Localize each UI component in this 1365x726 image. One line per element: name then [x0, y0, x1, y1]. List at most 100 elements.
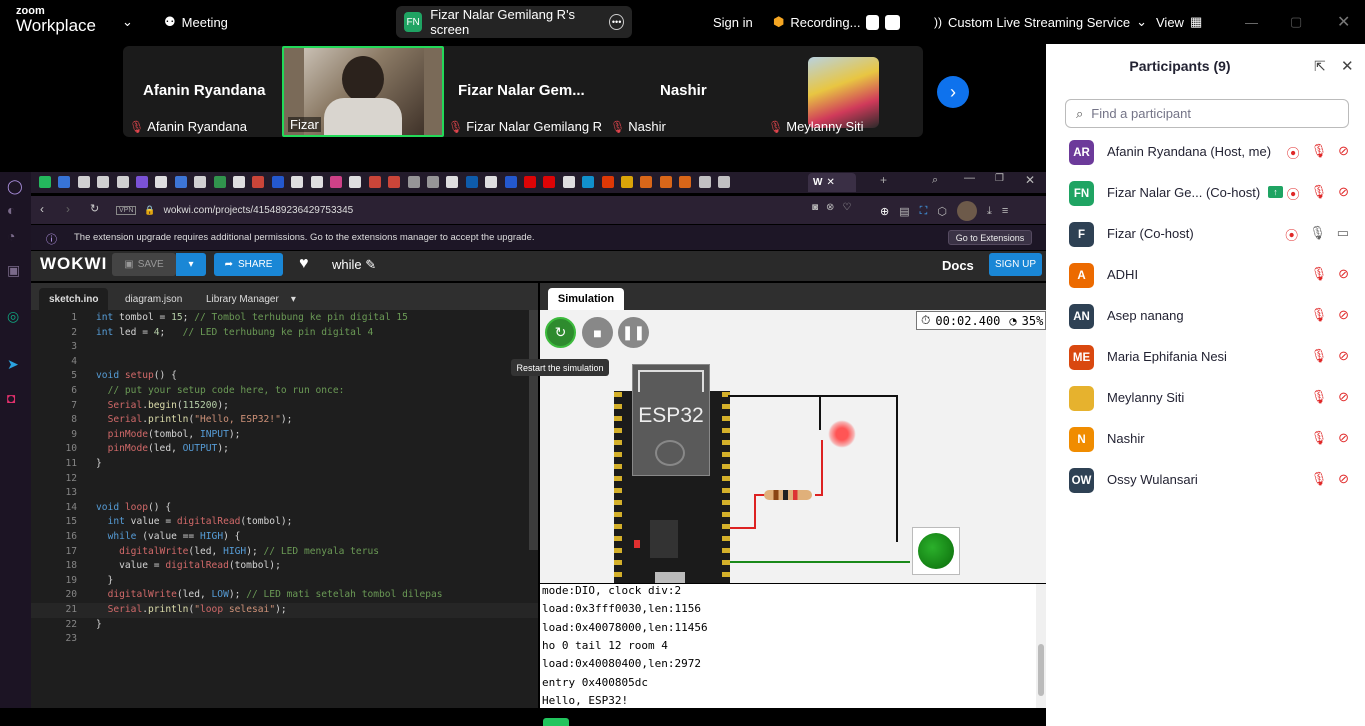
heart-outline-icon[interactable]: ♡: [842, 202, 851, 213]
search-tabs-icon[interactable]: ⌕: [932, 174, 938, 187]
download-icon[interactable]: ⤓: [987, 205, 992, 218]
bookmark-icon[interactable]: [213, 176, 226, 188]
bookmark-icon[interactable]: [77, 176, 90, 188]
video-tile[interactable]: Afanin Ryandana 🎙 Afanin Ryandana: [123, 46, 283, 137]
bookmark-icon[interactable]: [504, 176, 517, 188]
maximize-icon[interactable]: ▢: [1290, 0, 1302, 44]
new-tab-icon[interactable]: +: [880, 173, 887, 187]
close-panel-icon[interactable]: ✕: [1341, 57, 1354, 75]
bookmark-icon[interactable]: [621, 176, 633, 188]
bookmark-icon[interactable]: [659, 176, 672, 188]
bookmark-icon[interactable]: [194, 176, 207, 188]
wokwi-logo[interactable]: WOKWI: [40, 254, 107, 274]
chatgpt-icon[interactable]: ◎: [7, 308, 19, 325]
bookmark-icon[interactable]: [465, 176, 478, 188]
minimize-icon[interactable]: —: [1245, 0, 1258, 44]
bookmark-icon[interactable]: [252, 176, 265, 188]
bookmark-icon[interactable]: [155, 176, 168, 188]
participant-row[interactable]: N Nashir 🎙 ⊘: [1046, 419, 1365, 460]
more-options-icon[interactable]: •••: [609, 14, 624, 30]
close-tab-icon[interactable]: ✕: [826, 177, 834, 188]
participant-row[interactable]: ME Maria Ephifania Nesi 🎙 ⊘: [1046, 337, 1365, 378]
bookmark-icon[interactable]: [407, 176, 420, 188]
bookmark-icon[interactable]: [349, 176, 362, 188]
participant-row[interactable]: F Fizar (Co-host) ⦿ 🎙 ▭: [1046, 214, 1365, 255]
bookmark-icon[interactable]: [718, 176, 730, 188]
code-editor[interactable]: 1 int tombol = 15; // Tombol terhubung ke…: [31, 310, 538, 708]
bookmark-icon[interactable]: [58, 176, 71, 188]
docs-link[interactable]: Docs: [942, 258, 974, 273]
bookmark-icon[interactable]: [330, 176, 342, 188]
browser-close-icon[interactable]: ✕: [1025, 173, 1035, 187]
active-tab[interactable]: W ✕: [808, 173, 856, 192]
video-tile-active[interactable]: Fizar: [282, 46, 444, 137]
block-icon[interactable]: ⊗: [826, 202, 834, 213]
view-menu[interactable]: View ▦: [1156, 0, 1202, 44]
reload-icon[interactable]: ↻: [90, 202, 99, 215]
pushbutton-cap[interactable]: [918, 533, 954, 569]
video-tile[interactable]: Nashir 🎙 Nashir: [610, 46, 760, 137]
vpn-badge[interactable]: VPN: [116, 205, 137, 215]
save-button[interactable]: ▣ SAVE: [112, 253, 176, 276]
editor-scrollbar[interactable]: [529, 310, 538, 550]
forward-icon[interactable]: ›: [66, 202, 70, 216]
participant-row[interactable]: A ADHI 🎙 ⊘: [1046, 255, 1365, 296]
sidebar-app-icon[interactable]: ◔: [7, 228, 15, 244]
bookmark-icon[interactable]: [524, 176, 536, 188]
tab-sketch-ino[interactable]: sketch.ino: [39, 288, 109, 310]
participant-row[interactable]: AR Afanin Ryandana (Host, me) ⦿ 🎙 ⊘: [1046, 132, 1365, 173]
sidebar-app-icon[interactable]: ◯: [7, 178, 23, 195]
bookmark-icon[interactable]: [543, 176, 556, 188]
go-to-extensions-button[interactable]: Go to Extensions: [948, 230, 1032, 245]
like-heart-icon[interactable]: ♥: [299, 255, 309, 273]
telegram-icon[interactable]: ➤: [7, 356, 19, 373]
browser-minimize-icon[interactable]: —: [964, 172, 975, 184]
participant-row[interactable]: ↑ FN Fizar Nalar Ge... (Co-host) ⦿ 🎙 ⊘: [1046, 173, 1365, 214]
bookmark-icon[interactable]: [97, 176, 110, 188]
tab-library-manager[interactable]: Library Manager ▾: [196, 288, 306, 310]
bookmark-icon[interactable]: [427, 176, 439, 188]
taskbar-active-app[interactable]: [543, 718, 569, 726]
stop-recording-icon[interactable]: [885, 14, 901, 30]
instagram-icon[interactable]: ◘: [7, 390, 15, 406]
resistor[interactable]: [764, 490, 812, 500]
next-page-button[interactable]: ›: [937, 76, 969, 108]
video-tile[interactable]: Fizar Nalar Gem... 🎙 Fizar Nalar Gemilang…: [444, 46, 609, 137]
add-icon[interactable]: ⊕: [880, 205, 889, 218]
cube-icon[interactable]: ⬡: [937, 205, 947, 218]
sidebar-app-icon[interactable]: ◐: [7, 202, 15, 218]
bookmark-icon[interactable]: [582, 176, 595, 188]
bookmark-icon[interactable]: [233, 176, 245, 188]
share-button[interactable]: ➦ SHARE: [214, 253, 283, 276]
camera-icon[interactable]: ◙: [812, 202, 818, 213]
sidebar-app-icon[interactable]: ▣: [7, 262, 20, 279]
serial-monitor[interactable]: mode:DIO, clock div:2 load:0x3fff0030,len…: [540, 584, 1046, 708]
logo-chevron-icon[interactable]: ⌄: [122, 0, 133, 44]
profile-avatar[interactable]: [956, 201, 977, 221]
live-streaming-menu[interactable]: )) Custom Live Streaming Service ⌄: [934, 0, 1147, 44]
participant-row[interactable]: AN Asep nanang 🎙 ⊘: [1046, 296, 1365, 337]
bookmark-icon[interactable]: [485, 176, 498, 188]
sign-in-button[interactable]: Sign in: [713, 0, 753, 44]
bookmark-icon[interactable]: [368, 176, 381, 188]
bookmark-icon[interactable]: [174, 176, 187, 188]
bookmark-icon[interactable]: [271, 176, 284, 188]
led-red[interactable]: [828, 420, 856, 448]
bookmark-icon[interactable]: [310, 176, 323, 188]
shared-screen-pill[interactable]: FN Fizar Nalar Gemilang R's screen •••: [396, 6, 632, 38]
bookmark-icon[interactable]: [291, 176, 304, 188]
bookmark-icon[interactable]: [601, 176, 614, 188]
serial-scrollbar[interactable]: [1036, 584, 1046, 708]
meeting-menu[interactable]: ⚉ Meeting: [164, 0, 228, 44]
bookmark-icon[interactable]: [116, 176, 129, 188]
participant-row[interactable]: Meylanny Siti 🎙 ⊘: [1046, 378, 1365, 419]
bookmark-icon[interactable]: [136, 176, 148, 188]
project-name[interactable]: while ✎: [332, 257, 376, 273]
popout-icon[interactable]: ⇱: [1314, 58, 1326, 75]
bookmark-icon[interactable]: [679, 176, 692, 188]
browser-restore-icon[interactable]: ❐: [995, 173, 1004, 184]
bookmark-icon[interactable]: [39, 176, 51, 188]
bookmark-icon[interactable]: [640, 176, 653, 188]
participant-search[interactable]: ⌕ Find a participant: [1065, 99, 1349, 128]
screenshot-icon[interactable]: ⛶: [920, 205, 928, 218]
